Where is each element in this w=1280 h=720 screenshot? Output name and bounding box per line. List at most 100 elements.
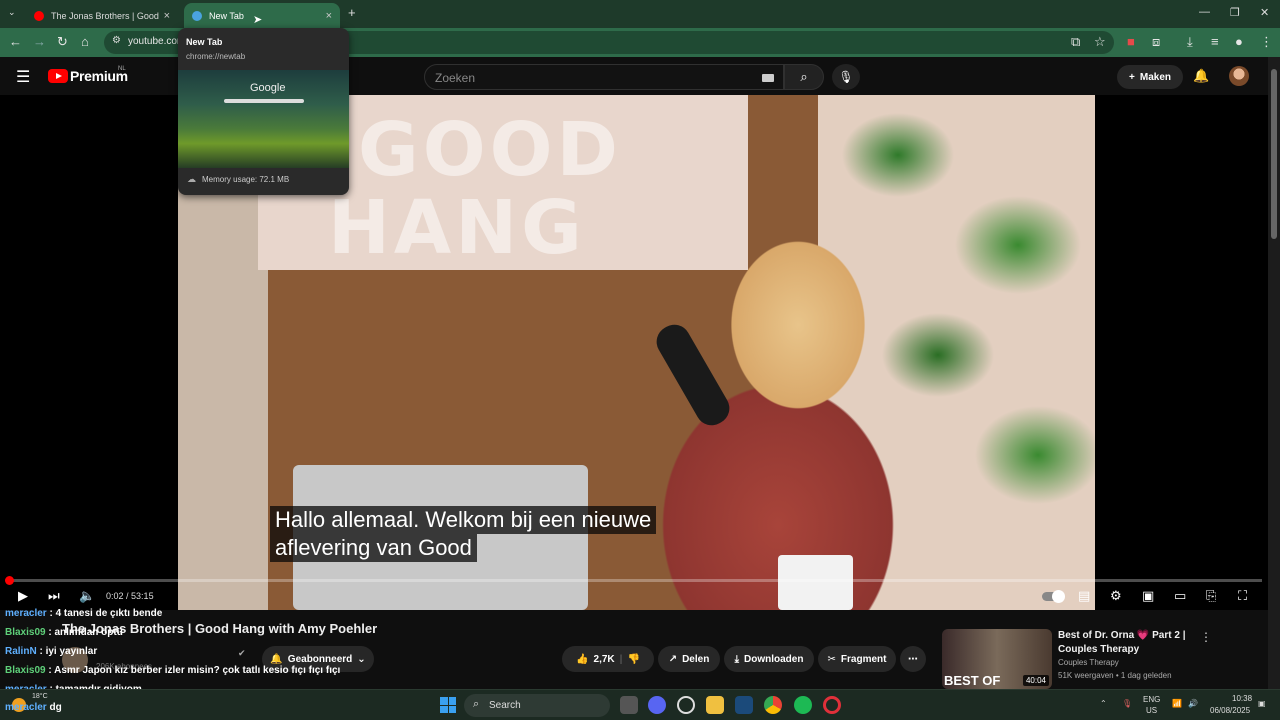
bookmark-star-icon[interactable]: ☆ bbox=[1094, 34, 1106, 50]
download-button[interactable]: ⤓ Downloaden bbox=[724, 646, 814, 672]
weather-temp: 18°C bbox=[32, 693, 48, 700]
theater-mode-icon[interactable]: ▭ bbox=[1174, 588, 1186, 604]
tray-chevron-icon[interactable]: ⌃ bbox=[1100, 699, 1107, 708]
scrollbar-thumb[interactable] bbox=[1271, 69, 1277, 239]
profile-icon[interactable]: ● bbox=[1235, 34, 1243, 50]
clock-time[interactable]: 10:38 bbox=[1232, 694, 1252, 703]
miniplayer-icon[interactable]: ▣ bbox=[1142, 588, 1154, 604]
autoplay-toggle[interactable] bbox=[1042, 590, 1065, 603]
search-input[interactable] bbox=[435, 71, 735, 85]
chat-user: Blaxis09 bbox=[5, 665, 46, 676]
forward-icon[interactable]: → bbox=[33, 34, 46, 50]
caption-line-1: Hallo allemaal. Welkom bij een nieuwe bbox=[270, 506, 657, 534]
like-dislike-group: 👍 2,7K | 👎 bbox=[562, 646, 654, 672]
chat-user: meracler bbox=[5, 608, 47, 619]
keyboard-icon[interactable] bbox=[762, 74, 774, 82]
media-controls-icon[interactable]: ≡ bbox=[1211, 34, 1219, 50]
volume-icon[interactable]: 🔈 bbox=[79, 588, 95, 604]
video-duration: 40:04 bbox=[1022, 675, 1049, 686]
notifications-bell-icon[interactable]: 🔔 bbox=[1193, 68, 1209, 84]
more-icon: ⋯ bbox=[908, 653, 918, 665]
like-icon[interactable]: 👍 bbox=[576, 654, 588, 665]
speaker-icon[interactable]: 🔊 bbox=[1188, 699, 1198, 708]
close-tab-icon[interactable]: × bbox=[326, 10, 332, 22]
next-icon[interactable]: ⏭ bbox=[48, 588, 60, 604]
settings-gear-icon[interactable]: ⚙ bbox=[1110, 588, 1122, 604]
verified-icon: ✔ bbox=[238, 648, 246, 658]
task-view-icon[interactable] bbox=[620, 696, 638, 714]
chat-user: meracler bbox=[5, 702, 47, 713]
plus-icon: + bbox=[1129, 71, 1135, 83]
tab-search-icon[interactable]: ⌄ bbox=[8, 7, 16, 18]
downloads-icon[interactable]: ⤓ bbox=[1187, 34, 1193, 50]
close-window-icon[interactable]: ✕ bbox=[1260, 6, 1269, 19]
taskbar-search[interactable]: ⌕ Search bbox=[464, 694, 610, 717]
create-button[interactable]: + Maken bbox=[1117, 65, 1183, 89]
microphone-icon: 🎙 bbox=[838, 70, 854, 84]
language-top[interactable]: ENG bbox=[1143, 695, 1160, 704]
thumbnail-search-bar bbox=[224, 99, 304, 103]
extension-red-icon[interactable]: ■ bbox=[1127, 34, 1135, 50]
youtube-logo-icon[interactable] bbox=[48, 69, 68, 83]
restore-icon[interactable]: ❐ bbox=[1230, 6, 1240, 19]
mouse-cursor-icon: ➤ bbox=[253, 14, 263, 26]
close-tab-icon[interactable]: × bbox=[164, 10, 170, 22]
thumbnail-overlay-text: BEST OF bbox=[944, 673, 1001, 688]
github-icon[interactable] bbox=[677, 696, 695, 714]
recommended-channel[interactable]: Couples Therapy bbox=[1058, 658, 1119, 667]
wifi-icon[interactable]: 📶 bbox=[1172, 699, 1182, 708]
clock-date[interactable]: 06/08/2025 bbox=[1210, 706, 1250, 715]
discord-icon[interactable] bbox=[648, 696, 666, 714]
menu-hamburger-icon[interactable]: ☰ bbox=[16, 67, 30, 87]
chat-message: meracler dg bbox=[5, 702, 62, 713]
search-icon: ⌕ bbox=[800, 69, 808, 84]
more-actions-button[interactable]: ⋯ bbox=[900, 646, 926, 672]
reload-icon[interactable]: ↻ bbox=[57, 34, 68, 50]
mic-tray-icon[interactable]: 🎙 bbox=[1122, 699, 1132, 708]
notification-icon[interactable]: ▣ bbox=[1258, 699, 1266, 708]
more-vertical-icon[interactable]: ⋮ bbox=[1200, 630, 1212, 644]
language-bottom[interactable]: US bbox=[1146, 706, 1157, 715]
user-avatar[interactable] bbox=[1229, 66, 1249, 86]
spotify-icon[interactable] bbox=[794, 696, 812, 714]
opera-icon[interactable] bbox=[823, 696, 841, 714]
new-tab-button[interactable]: + bbox=[348, 5, 356, 20]
tab-title: The Jonas Brothers | Good Hang with Amy … bbox=[51, 10, 160, 21]
scissors-icon: ✂ bbox=[827, 653, 836, 665]
video-info-section: The Jonas Brothers | Good Hang with Amy … bbox=[0, 610, 1268, 690]
fullscreen-icon[interactable]: ⛶ bbox=[1238, 588, 1247, 604]
chat-text: iyi yayınlar bbox=[45, 646, 98, 657]
extensions-puzzle-icon[interactable]: ⧈ bbox=[1152, 34, 1160, 50]
page-scrollbar[interactable] bbox=[1268, 57, 1280, 689]
caption-line-2: aflevering van Good bbox=[270, 534, 477, 562]
file-explorer-icon[interactable] bbox=[706, 696, 724, 714]
recommended-meta: 51K weergaven • 1 dag geleden bbox=[1058, 671, 1172, 680]
recommended-video-thumbnail[interactable]: BEST OF 40:04 bbox=[942, 629, 1052, 689]
back-icon[interactable]: ← bbox=[9, 34, 22, 50]
chat-message: meracler : 4 tanesi de çıktı bende bbox=[5, 608, 163, 619]
dislike-icon[interactable]: 👎 bbox=[627, 654, 639, 665]
recommended-video-title[interactable]: Best of Dr. Orna 💗 Part 2 | Couples Ther… bbox=[1058, 629, 1198, 657]
site-info-icon[interactable]: ⚙ bbox=[112, 35, 121, 46]
install-app-icon[interactable]: ⧉ bbox=[1071, 34, 1080, 50]
sign-text-top: GOOD bbox=[358, 107, 622, 193]
chrome-menu-icon[interactable]: ⋮ bbox=[1260, 34, 1273, 50]
progress-scrubber[interactable] bbox=[4, 576, 14, 585]
minimize-icon[interactable]: — bbox=[1199, 6, 1210, 18]
chrome-icon[interactable] bbox=[764, 696, 782, 714]
chat-user: RalinN bbox=[5, 646, 37, 657]
like-count[interactable]: 2,7K bbox=[594, 654, 615, 665]
tab-youtube-video[interactable]: The Jonas Brothers | Good Hang with Amy … bbox=[26, 3, 178, 28]
search-button[interactable]: ⌕ bbox=[784, 64, 824, 90]
voice-search-button[interactable]: 🎙 bbox=[832, 64, 860, 90]
play-icon[interactable]: ▶ bbox=[18, 588, 28, 604]
home-icon[interactable]: ⌂ bbox=[81, 34, 89, 50]
tab-hover-card: New Tab chrome://newtab Google ☁ Memory … bbox=[178, 28, 349, 195]
clip-button[interactable]: ✂ Fragment bbox=[818, 646, 896, 672]
progress-bar[interactable] bbox=[4, 576, 1262, 585]
cast-icon[interactable]: ⎘ bbox=[1206, 588, 1216, 604]
subtitles-icon[interactable]: ▤ bbox=[1078, 588, 1090, 604]
start-button-icon[interactable] bbox=[440, 697, 456, 713]
share-button[interactable]: ↗ Delen bbox=[658, 646, 720, 672]
steam-icon[interactable] bbox=[735, 696, 753, 714]
